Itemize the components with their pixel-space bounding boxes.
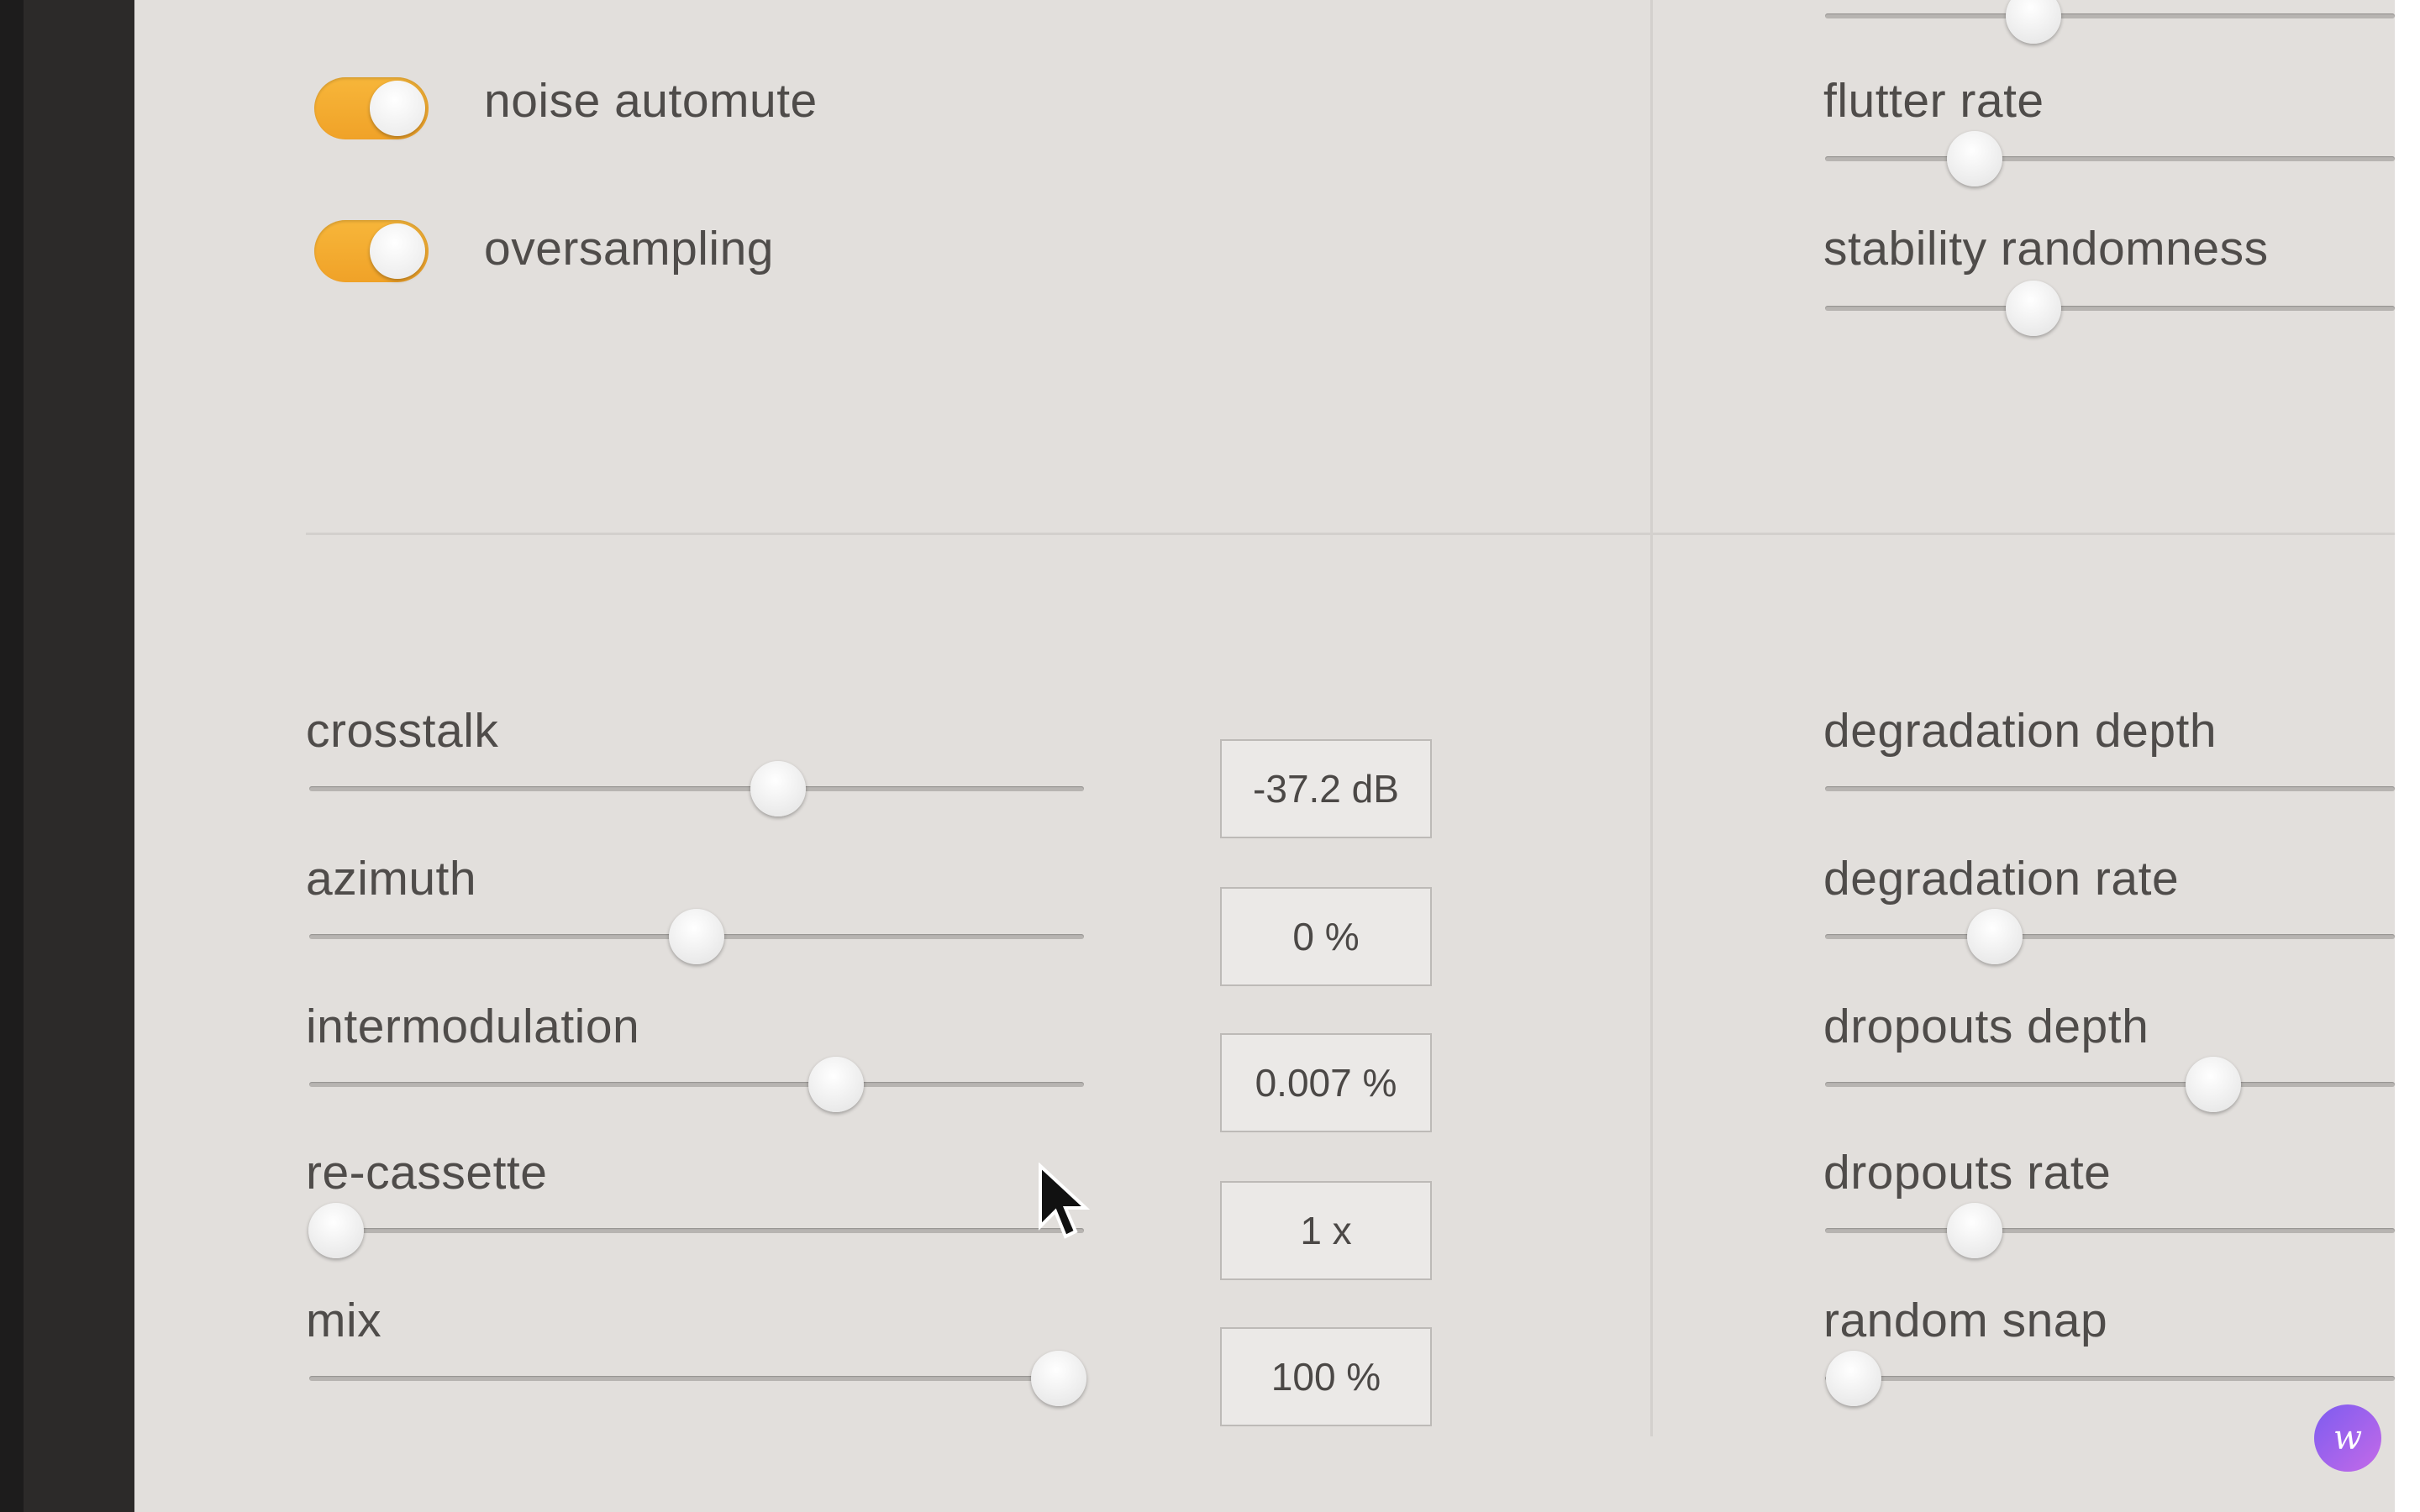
degradation-rate-slider-track[interactable] bbox=[1825, 909, 2395, 964]
intermodulation-value-box[interactable]: 0.007 % bbox=[1220, 1033, 1432, 1132]
app-logo-icon[interactable]: w bbox=[2314, 1404, 2381, 1472]
stability-randomness-slider-thumb[interactable] bbox=[2006, 281, 2061, 336]
degradation-rate-slider-thumb[interactable] bbox=[1967, 909, 2023, 964]
oversampling-label: oversampling bbox=[484, 222, 774, 276]
stability-randomness-slider-track[interactable] bbox=[1825, 281, 2395, 336]
top-right-partial-slider-track[interactable] bbox=[1825, 0, 2395, 44]
mix-label: mix bbox=[306, 1294, 382, 1347]
degradation-rate-label: degradation rate bbox=[1823, 852, 2180, 906]
flutter-rate-slider-track[interactable] bbox=[1825, 131, 2395, 186]
mix-slider-thumb[interactable] bbox=[1031, 1351, 1086, 1406]
left-dark-border bbox=[0, 0, 134, 1512]
noise-automute-toggle[interactable] bbox=[314, 77, 429, 139]
crosstalk-label: crosstalk bbox=[306, 704, 499, 758]
re-cassette-label: re-cassette bbox=[306, 1146, 548, 1200]
azimuth-value-box[interactable]: 0 % bbox=[1220, 887, 1432, 986]
toggle-knob bbox=[370, 81, 425, 136]
random-snap-slider-track[interactable] bbox=[1825, 1351, 2395, 1406]
dropouts-depth-label: dropouts depth bbox=[1823, 1000, 2149, 1053]
crosstalk-slider-thumb[interactable] bbox=[750, 761, 806, 816]
toggle-knob bbox=[370, 223, 425, 279]
re-cassette-slider-track[interactable] bbox=[308, 1203, 1084, 1258]
intermodulation-slider-track[interactable] bbox=[309, 1057, 1084, 1112]
column-divider bbox=[1650, 0, 1653, 1436]
section-divider bbox=[306, 533, 2395, 535]
flutter-rate-slider-thumb[interactable] bbox=[1947, 131, 2002, 186]
degradation-depth-slider-track[interactable] bbox=[1825, 786, 2395, 791]
intermodulation-label: intermodulation bbox=[306, 1000, 640, 1053]
mouse-pointer-icon bbox=[1039, 1163, 1091, 1239]
azimuth-slider-thumb[interactable] bbox=[669, 909, 724, 964]
crosstalk-slider-track[interactable] bbox=[309, 761, 1084, 816]
degradation-depth-label: degradation depth bbox=[1823, 704, 2217, 758]
dropouts-rate-slider-track[interactable] bbox=[1825, 1203, 2395, 1258]
re-cassette-value-box[interactable]: 1 x bbox=[1220, 1181, 1432, 1280]
oversampling-toggle[interactable] bbox=[314, 220, 429, 282]
dropouts-depth-slider-track[interactable] bbox=[1825, 1057, 2395, 1112]
azimuth-slider-track[interactable] bbox=[309, 909, 1084, 964]
crosstalk-value-box[interactable]: -37.2 dB bbox=[1220, 739, 1432, 838]
dropouts-rate-slider-thumb[interactable] bbox=[1947, 1203, 2002, 1258]
intermodulation-slider-thumb[interactable] bbox=[808, 1057, 864, 1112]
dropouts-depth-slider-thumb[interactable] bbox=[2186, 1057, 2241, 1112]
flutter-rate-label: flutter rate bbox=[1823, 74, 2044, 128]
random-snap-label: random snap bbox=[1823, 1294, 2108, 1347]
noise-automute-label: noise automute bbox=[484, 74, 818, 128]
left-edge-stripe bbox=[0, 0, 24, 1512]
random-snap-slider-thumb[interactable] bbox=[1826, 1351, 1881, 1406]
dropouts-rate-label: dropouts rate bbox=[1823, 1146, 2112, 1200]
stability-randomness-label: stability randomness bbox=[1823, 222, 2269, 276]
re-cassette-slider-thumb[interactable] bbox=[308, 1203, 364, 1258]
azimuth-label: azimuth bbox=[306, 852, 477, 906]
mix-value-box[interactable]: 100 % bbox=[1220, 1327, 1432, 1426]
right-edge bbox=[2395, 0, 2420, 1512]
mix-slider-track[interactable] bbox=[309, 1351, 1086, 1406]
